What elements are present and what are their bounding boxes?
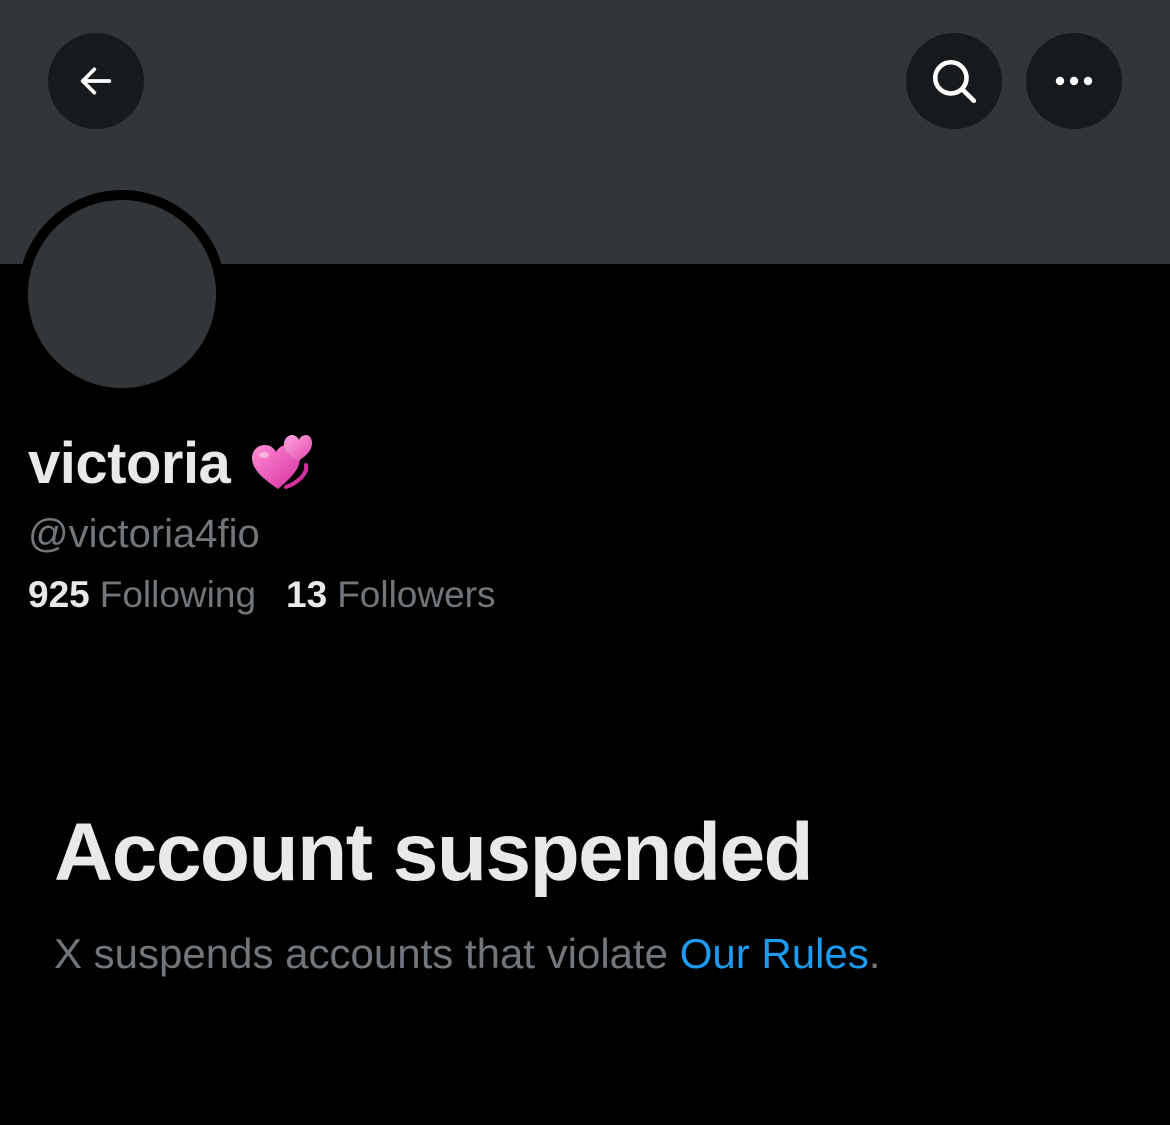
search-icon: [929, 56, 979, 106]
search-button[interactable]: [906, 33, 1002, 129]
display-name-row: victoria: [28, 428, 313, 498]
followers-count: 13: [286, 574, 328, 615]
followers-link[interactable]: 13 Followers: [286, 574, 495, 616]
avatar[interactable]: [28, 200, 216, 388]
description-trailing: .: [868, 930, 881, 977]
user-handle: @victoria4fio: [28, 512, 260, 556]
following-link[interactable]: 925 Following: [28, 574, 256, 616]
following-count: 925: [28, 574, 90, 615]
followers-label: Followers: [337, 574, 496, 615]
our-rules-link[interactable]: Our Rules: [680, 930, 869, 977]
suspended-description-text: X suspends accounts that violate: [54, 930, 680, 977]
more-horizontal-icon: [1052, 75, 1096, 87]
revolving-hearts-icon: [248, 431, 313, 495]
suspended-title: Account suspended: [54, 807, 814, 898]
suspended-description: X suspends accounts that violate Our Rul…: [54, 930, 880, 978]
profile-stats: 925 Following 13 Followers: [28, 574, 496, 616]
following-label: Following: [99, 574, 257, 615]
arrow-left-icon: [76, 61, 116, 101]
back-button[interactable]: [48, 33, 144, 129]
avatar-frame: [18, 190, 226, 398]
more-options-button[interactable]: [1026, 33, 1122, 129]
display-name: victoria: [28, 430, 231, 496]
